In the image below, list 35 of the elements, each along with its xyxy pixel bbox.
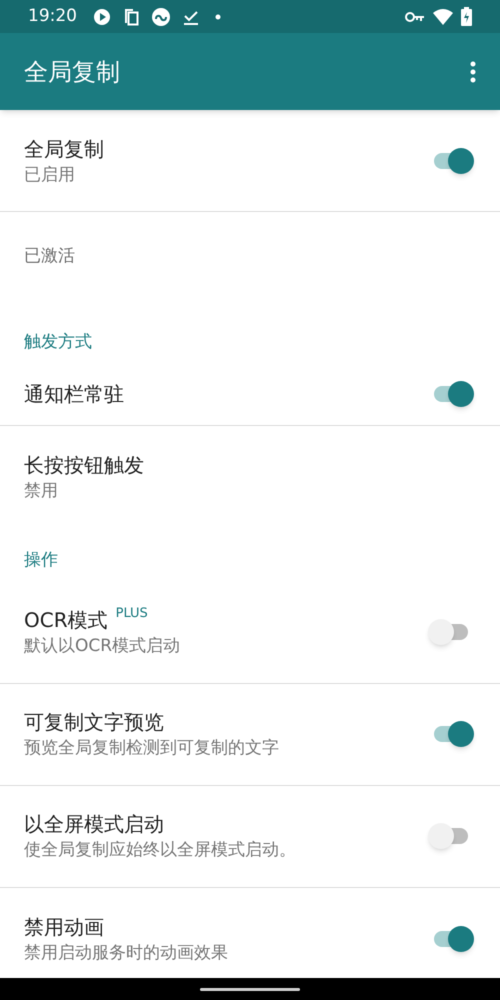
home-handle[interactable] [200,988,300,990]
preference-title: 全局复制 [24,136,104,162]
preference-title: 以全屏模式启动 [24,811,164,838]
copy-icon [123,8,139,26]
preference-title: 长按按钮触发 [24,452,144,479]
dot-icon [215,14,221,20]
preference-summary: 禁用启动服务时的动画效果 [24,942,229,964]
app-icon [151,6,171,26]
preference-title: 禁用动画 [24,914,104,940]
app-title: 全局复制 [24,56,121,88]
clock-text: 19:20 [28,4,77,28]
preference-summary: 预览全局复制检测到可复制的文字 [24,737,280,760]
preference-summary: 禁用 [24,480,59,503]
preference-summary: 已启用 [24,164,76,186]
preference-summary: 使全局复制应始终以全屏模式启动。 [24,839,297,862]
preference-row[interactable]: 禁用动画 禁用启动服务时的动画效果 [0,888,500,978]
preference-title: 通知栏常驻 [24,381,124,408]
key-icon [405,10,425,22]
category-header: 触发方式 [24,332,92,352]
preference-summary: 默认以OCR模式启动 [24,635,182,658]
preference-title: 可复制文字预览 [24,709,164,736]
preference-row[interactable]: 以全屏模式启动 使全局复制应始终以全屏模式启动。 [0,786,500,888]
wifi-icon [433,8,453,24]
preference-row[interactable]: 可复制文字预览 预览全局复制检测到可复制的文字 [0,684,500,786]
preference-row[interactable]: OCR模式 PLUS 默认以OCR模式启动 [0,582,500,684]
preference-title: OCR模式 [24,607,108,634]
battery-icon [461,7,472,26]
plus-tag: PLUS [116,606,148,622]
status-text: 已激活 [24,246,75,266]
preference-row[interactable]: 全局复制 已启用 [0,110,500,212]
more-options-icon[interactable] [470,60,476,82]
category-header: 操作 [24,550,58,570]
preference-row[interactable]: 长按按钮触发 禁用 [0,426,500,528]
preference-row[interactable]: 通知栏常驻 [0,363,500,426]
play-icon [93,8,111,26]
